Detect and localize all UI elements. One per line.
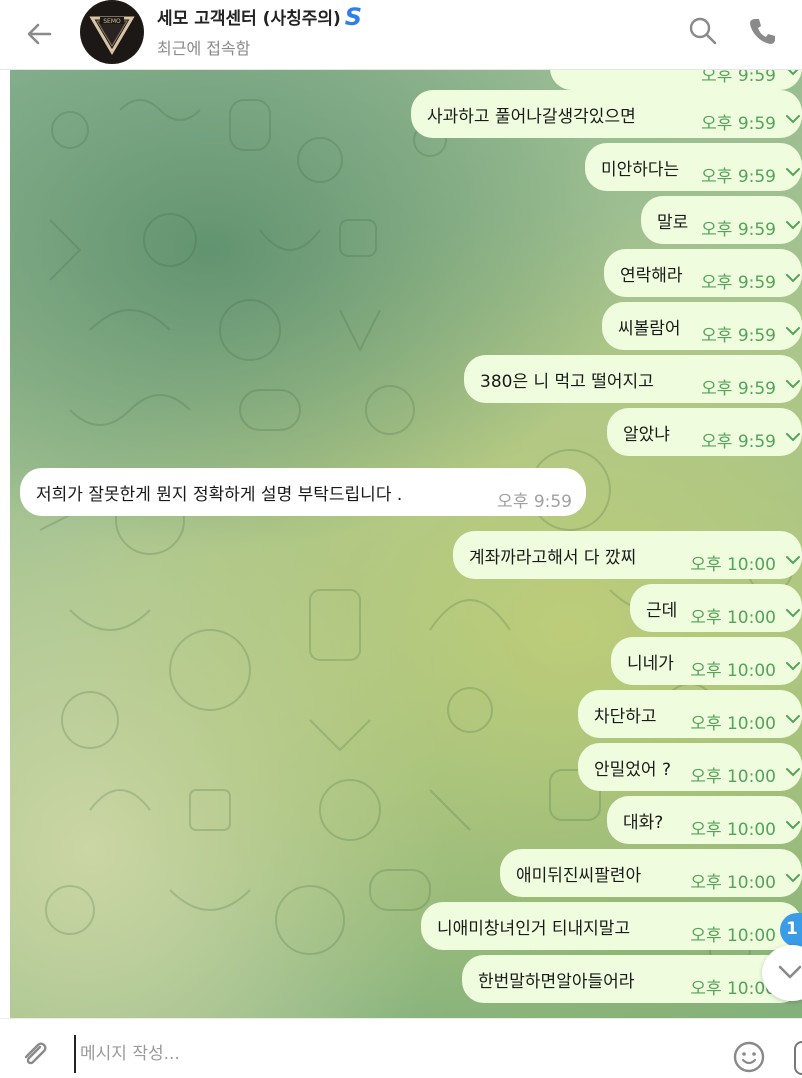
avatar[interactable]: SEMO [80,0,144,64]
message-time: 오후 10:00 [690,873,776,893]
message-text: 계좌까라고해서 다 깠찌 [469,548,637,568]
message-text: 씨볼람어 [618,319,681,339]
avatar-logo-text: SEMO [103,18,121,25]
message-time: 오후 9:59 [701,273,776,293]
message-time: 오후 10:00 [690,926,776,946]
back-arrow-icon[interactable] [22,16,58,52]
message-time: 오후 9:59 [701,326,776,346]
message-outgoing[interactable]: 계좌까라고해서 다 깠찌 오후 10:00 [453,531,802,579]
message-text: 말로 [657,213,689,233]
message-outgoing[interactable]: 한번말하면알아들어라 오후 10:00 [462,955,802,1003]
message-outgoing[interactable]: 근데 오후 10:00 [630,584,802,632]
message-outgoing[interactable]: 오후 9:59 [550,70,802,90]
read-check-icon [787,70,799,76]
chat-title-text: 세모 고객센터 (사칭주의) [157,9,341,29]
message-time: 오후 9:59 [701,70,776,86]
message-outgoing[interactable]: 사과하고 풀어나갈생각있으면 오후 9:59 [411,90,802,138]
read-check-icon [786,609,800,618]
message-text: 한번말하면알아들어라 [478,972,635,992]
message-time: 오후 10:00 [690,555,776,575]
search-icon[interactable] [686,14,720,48]
message-time: 오후 10:00 [690,820,776,840]
read-check-icon [786,168,800,177]
read-check-icon [786,115,800,124]
chat-header: SEMO 세모 고객센터 (사칭주의) S 최근에 접속함 [0,0,802,70]
message-time: 오후 10:00 [690,608,776,628]
message-outgoing[interactable]: 미안하다는 오후 9:59 [585,143,802,191]
message-time: 오후 9:59 [701,379,776,399]
message-outgoing[interactable]: 씨볼람어 오후 9:59 [602,302,802,350]
read-check-icon [786,274,800,283]
emoji-icon[interactable] [731,1039,767,1075]
message-text: 대화? [623,813,664,833]
message-text: 380은 니 먹고 떨어지고 [480,372,654,392]
message-outgoing[interactable]: 차단하고 오후 10:00 [578,690,802,738]
bot-command-icon[interactable] [794,1041,802,1075]
message-text: 근데 [646,601,678,621]
message-input[interactable] [74,1035,682,1073]
message-time: 오후 9:59 [701,220,776,240]
logo-icon: SEMO [82,2,142,62]
message-time: 오후 9:59 [701,432,776,452]
message-outgoing[interactable]: 알았냐 오후 9:59 [607,408,802,456]
message-text: 저희가 잘못한게 뭔지 정확하게 설명 부탁드립니다 . [36,485,403,505]
read-check-icon [786,433,800,442]
message-outgoing[interactable]: 말로 오후 9:59 [641,196,802,244]
read-check-icon [786,662,800,671]
message-outgoing[interactable]: 안밀었어 ? 오후 10:00 [578,743,802,791]
scroll-down-button[interactable] [762,945,802,1001]
message-text: 니애미창녀인거 티내지말고 [437,919,631,939]
message-text: 사과하고 풀어나갈생각있으면 [427,107,636,127]
message-outgoing[interactable]: 380은 니 먹고 떨어지고 오후 9:59 [464,355,802,403]
paperclip-icon[interactable] [18,1037,52,1071]
message-outgoing[interactable]: 니네가 오후 10:00 [611,637,802,685]
message-text: 알았냐 [623,425,670,445]
message-text: 안밀었어 ? [594,760,671,780]
message-time: 오후 9:59 [701,114,776,134]
read-check-icon [786,556,800,565]
composer [0,1018,802,1078]
message-time: 오후 10:00 [690,767,776,787]
read-check-icon [786,874,800,883]
read-check-icon [786,768,800,777]
chevron-down-icon [778,965,802,979]
message-outgoing[interactable]: 연락해라 오후 9:59 [604,249,802,297]
message-text: 연락해라 [620,266,683,286]
last-seen-status: 최근에 접속함 [157,39,251,58]
message-outgoing[interactable]: 대화? 오후 10:00 [607,796,802,844]
read-check-icon [786,821,800,830]
message-outgoing[interactable]: 애미뒤진씨팔련아 오후 10:00 [500,849,802,897]
message-time: 오후 9:59 [497,492,572,512]
message-incoming[interactable]: 저희가 잘못한게 뭔지 정확하게 설명 부탁드립니다 . 오후 9:59 [20,468,586,516]
verified-s-icon: S [344,2,363,31]
read-check-icon [786,221,800,230]
message-text: 차단하고 [594,707,657,727]
read-check-icon [786,380,800,389]
message-text: 니네가 [627,654,674,674]
chat-title[interactable]: 세모 고객센터 (사칭주의) S [157,2,363,31]
message-time: 오후 10:00 [690,714,776,734]
message-text: 미안하다는 [601,160,680,180]
message-list[interactable]: 오후 9:59 사과하고 풀어나갈생각있으면 오후 9:59 미안하다는 오후 9:59… [10,70,802,1018]
read-check-icon [786,715,800,724]
message-text: 애미뒤진씨팔련아 [516,866,642,886]
message-time: 오후 9:59 [701,167,776,187]
message-outgoing[interactable]: 니애미창녀인거 티내지말고 오후 10:00 [421,902,802,950]
read-check-icon [786,327,800,336]
phone-icon[interactable] [746,14,780,48]
message-time: 오후 10:00 [690,661,776,681]
